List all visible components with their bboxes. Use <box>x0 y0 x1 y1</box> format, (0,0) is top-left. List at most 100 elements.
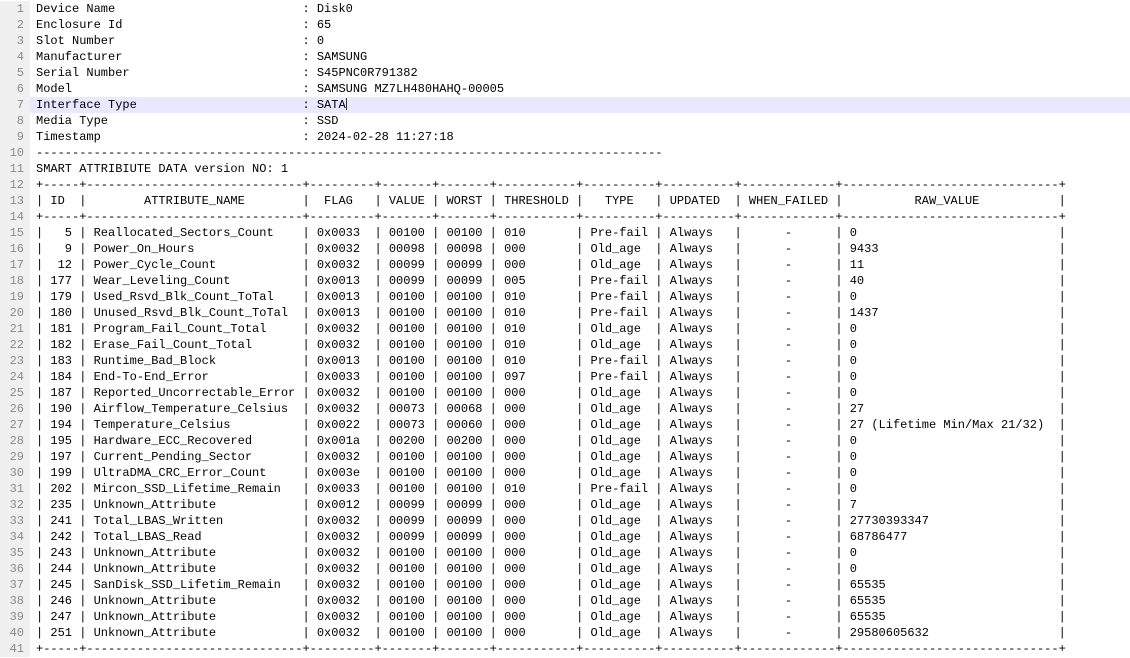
line-number: 37 <box>0 577 30 593</box>
line-content[interactable]: | 244 | Unknown_Attribute | 0x0032 | 001… <box>30 561 1130 577</box>
line-content[interactable]: | 12 | Power_Cycle_Count | 0x0032 | 0009… <box>30 257 1130 273</box>
line-content[interactable]: +-----+------------------------------+--… <box>30 209 1130 225</box>
line-number: 34 <box>0 529 30 545</box>
line-content[interactable]: | ID | ATTRIBUTE_NAME | FLAG | VALUE | W… <box>30 193 1130 209</box>
line-content[interactable]: Interface Type : SATA <box>30 97 1130 113</box>
line-content[interactable]: | 187 | Reported_Uncorrectable_Error | 0… <box>30 385 1130 401</box>
line-content[interactable]: | 197 | Current_Pending_Sector | 0x0032 … <box>30 449 1130 465</box>
editor-line[interactable]: 38| 246 | Unknown_Attribute | 0x0032 | 0… <box>0 593 1130 609</box>
line-content[interactable]: | 242 | Total_LBAS_Read | 0x0032 | 00099… <box>30 529 1130 545</box>
editor-line[interactable]: 29| 197 | Current_Pending_Sector | 0x003… <box>0 449 1130 465</box>
line-content[interactable]: | 9 | Power_On_Hours | 0x0032 | 00098 | … <box>30 241 1130 257</box>
editor-line[interactable]: 26| 190 | Airflow_Temperature_Celsius | … <box>0 401 1130 417</box>
text-editor[interactable]: 1Device Name : Disk02Enclosure Id : 653S… <box>0 0 1130 657</box>
line-number: 5 <box>0 65 30 81</box>
line-content[interactable]: Slot Number : 0 <box>30 33 1130 49</box>
editor-line[interactable]: 41+-----+------------------------------+… <box>0 641 1130 657</box>
line-number: 28 <box>0 433 30 449</box>
editor-line[interactable]: 6Model : SAMSUNG MZ7LH480HAHQ-00005 <box>0 81 1130 97</box>
editor-line[interactable]: 15| 5 | Reallocated_Sectors_Count | 0x00… <box>0 225 1130 241</box>
line-content[interactable]: Media Type : SSD <box>30 113 1130 129</box>
line-number: 18 <box>0 273 30 289</box>
editor-line[interactable]: 36| 244 | Unknown_Attribute | 0x0032 | 0… <box>0 561 1130 577</box>
editor-line[interactable]: 22| 182 | Erase_Fail_Count_Total | 0x003… <box>0 337 1130 353</box>
editor-line[interactable]: 16| 9 | Power_On_Hours | 0x0032 | 00098 … <box>0 241 1130 257</box>
line-content[interactable]: | 179 | Used_Rsvd_Blk_Count_ToTal | 0x00… <box>30 289 1130 305</box>
line-number: 31 <box>0 481 30 497</box>
line-content[interactable]: | 190 | Airflow_Temperature_Celsius | 0x… <box>30 401 1130 417</box>
editor-line[interactable]: 30| 199 | UltraDMA_CRC_Error_Count | 0x0… <box>0 465 1130 481</box>
line-number: 16 <box>0 241 30 257</box>
line-content[interactable]: | 195 | Hardware_ECC_Recovered | 0x001a … <box>30 433 1130 449</box>
editor-line[interactable]: 3Slot Number : 0 <box>0 33 1130 49</box>
line-content[interactable]: | 247 | Unknown_Attribute | 0x0032 | 001… <box>30 609 1130 625</box>
editor-line[interactable]: 40| 251 | Unknown_Attribute | 0x0032 | 0… <box>0 625 1130 641</box>
line-number: 40 <box>0 625 30 641</box>
editor-line[interactable]: 39| 247 | Unknown_Attribute | 0x0032 | 0… <box>0 609 1130 625</box>
line-number: 9 <box>0 129 30 145</box>
line-content[interactable]: Timestamp : 2024-02-28 11:27:18 <box>30 129 1130 145</box>
line-number: 24 <box>0 369 30 385</box>
editor-line[interactable]: 7Interface Type : SATA <box>0 97 1130 113</box>
editor-line[interactable]: 5Serial Number : S45PNC0R791382 <box>0 65 1130 81</box>
line-content[interactable]: | 194 | Temperature_Celsius | 0x0022 | 0… <box>30 417 1130 433</box>
line-number: 10 <box>0 145 30 161</box>
line-number: 33 <box>0 513 30 529</box>
line-content[interactable]: | 199 | UltraDMA_CRC_Error_Count | 0x003… <box>30 465 1130 481</box>
editor-line[interactable]: 2Enclosure Id : 65 <box>0 17 1130 33</box>
line-number: 27 <box>0 417 30 433</box>
editor-line[interactable]: 8Media Type : SSD <box>0 113 1130 129</box>
editor-line[interactable]: 31| 202 | Mircon_SSD_Lifetime_Remain | 0… <box>0 481 1130 497</box>
editor-line[interactable]: 19| 179 | Used_Rsvd_Blk_Count_ToTal | 0x… <box>0 289 1130 305</box>
editor-line[interactable]: 10--------------------------------------… <box>0 145 1130 161</box>
editor-line[interactable]: 17| 12 | Power_Cycle_Count | 0x0032 | 00… <box>0 257 1130 273</box>
editor-line[interactable]: 32| 235 | Unknown_Attribute | 0x0012 | 0… <box>0 497 1130 513</box>
line-content[interactable]: | 246 | Unknown_Attribute | 0x0032 | 001… <box>30 593 1130 609</box>
line-content[interactable]: | 202 | Mircon_SSD_Lifetime_Remain | 0x0… <box>30 481 1130 497</box>
editor-line[interactable]: 33| 241 | Total_LBAS_Written | 0x0032 | … <box>0 513 1130 529</box>
line-number: 13 <box>0 193 30 209</box>
line-content[interactable]: | 251 | Unknown_Attribute | 0x0032 | 001… <box>30 625 1130 641</box>
line-content[interactable]: +-----+------------------------------+--… <box>30 641 1130 657</box>
editor-line[interactable]: 20| 180 | Unused_Rsvd_Blk_Count_ToTal | … <box>0 305 1130 321</box>
line-content[interactable]: Manufacturer : SAMSUNG <box>30 49 1130 65</box>
line-number: 15 <box>0 225 30 241</box>
line-content[interactable]: +-----+------------------------------+--… <box>30 177 1130 193</box>
editor-line[interactable]: 11SMART ATTRIBIUTE DATA version NO: 1 <box>0 161 1130 177</box>
line-content[interactable]: | 181 | Program_Fail_Count_Total | 0x003… <box>30 321 1130 337</box>
editor-line[interactable]: 25| 187 | Reported_Uncorrectable_Error |… <box>0 385 1130 401</box>
line-content[interactable]: | 183 | Runtime_Bad_Block | 0x0013 | 001… <box>30 353 1130 369</box>
editor-line[interactable]: 12+-----+------------------------------+… <box>0 177 1130 193</box>
line-content[interactable]: | 241 | Total_LBAS_Written | 0x0032 | 00… <box>30 513 1130 529</box>
line-number: 2 <box>0 17 30 33</box>
line-content[interactable]: ----------------------------------------… <box>30 145 1130 161</box>
line-content[interactable]: Enclosure Id : 65 <box>30 17 1130 33</box>
line-content[interactable]: | 245 | SanDisk_SSD_Lifetim_Remain | 0x0… <box>30 577 1130 593</box>
line-content[interactable]: | 177 | Wear_Leveling_Count | 0x0013 | 0… <box>30 273 1130 289</box>
line-content[interactable]: | 235 | Unknown_Attribute | 0x0012 | 000… <box>30 497 1130 513</box>
editor-line[interactable]: 1Device Name : Disk0 <box>0 1 1130 17</box>
editor-line[interactable]: 18| 177 | Wear_Leveling_Count | 0x0013 |… <box>0 273 1130 289</box>
editor-line[interactable]: 23| 183 | Runtime_Bad_Block | 0x0013 | 0… <box>0 353 1130 369</box>
line-content[interactable]: Model : SAMSUNG MZ7LH480HAHQ-00005 <box>30 81 1130 97</box>
line-content[interactable]: Device Name : Disk0 <box>30 1 1130 17</box>
line-content[interactable]: | 243 | Unknown_Attribute | 0x0032 | 001… <box>30 545 1130 561</box>
line-content[interactable]: | 184 | End-To-End_Error | 0x0033 | 0010… <box>30 369 1130 385</box>
line-content[interactable]: | 5 | Reallocated_Sectors_Count | 0x0033… <box>30 225 1130 241</box>
editor-line[interactable]: 27| 194 | Temperature_Celsius | 0x0022 |… <box>0 417 1130 433</box>
line-content[interactable]: | 180 | Unused_Rsvd_Blk_Count_ToTal | 0x… <box>30 305 1130 321</box>
editor-line[interactable]: 21| 181 | Program_Fail_Count_Total | 0x0… <box>0 321 1130 337</box>
editor-line[interactable]: 4Manufacturer : SAMSUNG <box>0 49 1130 65</box>
line-content[interactable]: | 182 | Erase_Fail_Count_Total | 0x0032 … <box>30 337 1130 353</box>
line-content[interactable]: Serial Number : S45PNC0R791382 <box>30 65 1130 81</box>
editor-line[interactable]: 35| 243 | Unknown_Attribute | 0x0032 | 0… <box>0 545 1130 561</box>
editor-line[interactable]: 37| 245 | SanDisk_SSD_Lifetim_Remain | 0… <box>0 577 1130 593</box>
line-number: 12 <box>0 177 30 193</box>
editor-line[interactable]: 13| ID | ATTRIBUTE_NAME | FLAG | VALUE |… <box>0 193 1130 209</box>
editor-line[interactable]: 34| 242 | Total_LBAS_Read | 0x0032 | 000… <box>0 529 1130 545</box>
line-content[interactable]: SMART ATTRIBIUTE DATA version NO: 1 <box>30 161 1130 177</box>
editor-line[interactable]: 24| 184 | End-To-End_Error | 0x0033 | 00… <box>0 369 1130 385</box>
editor-line[interactable]: 14+-----+------------------------------+… <box>0 209 1130 225</box>
editor-line[interactable]: 9Timestamp : 2024-02-28 11:27:18 <box>0 129 1130 145</box>
editor-line[interactable]: 28| 195 | Hardware_ECC_Recovered | 0x001… <box>0 433 1130 449</box>
